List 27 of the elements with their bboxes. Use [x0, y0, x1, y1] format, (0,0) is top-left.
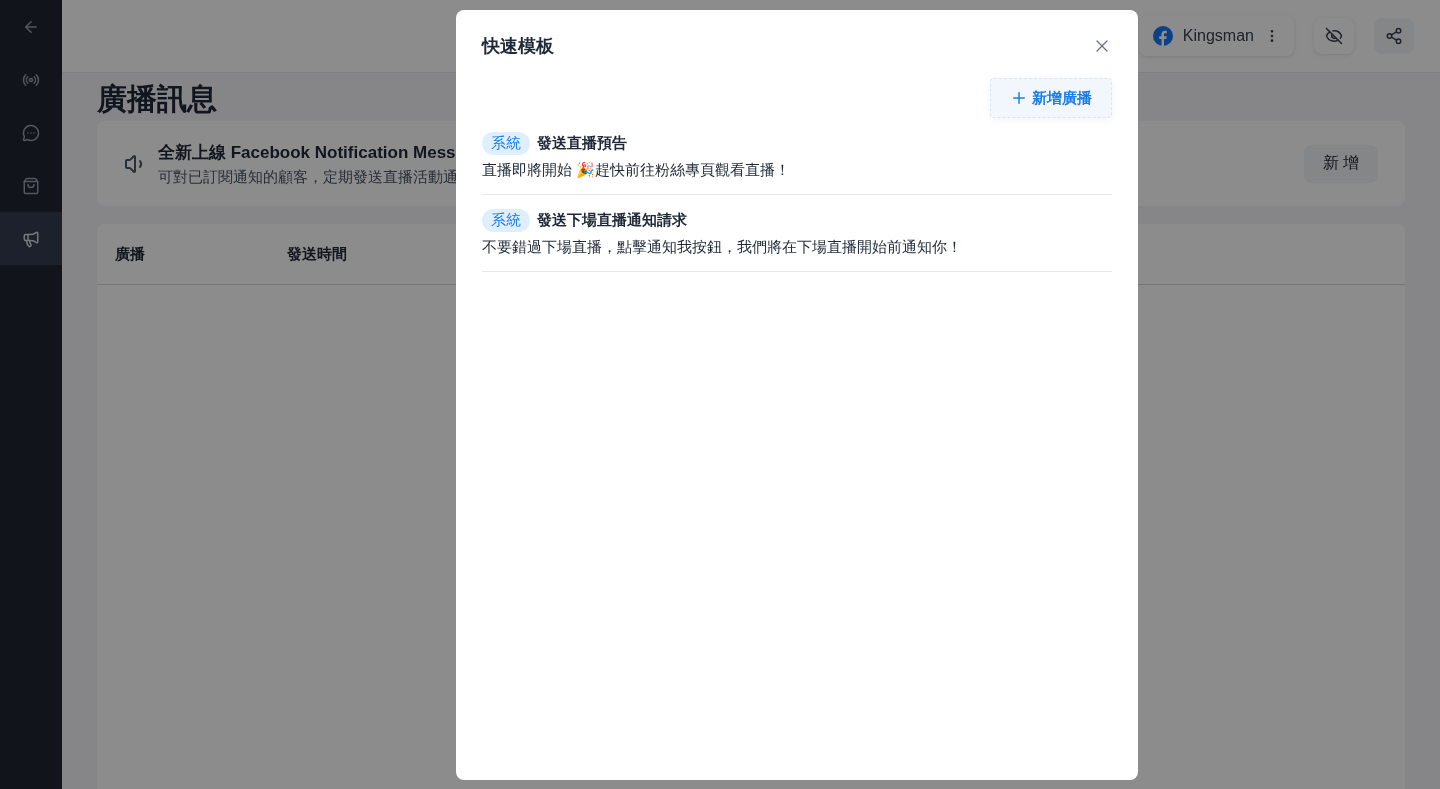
shopping-bag-icon — [22, 176, 40, 195]
eye-off-icon — [1325, 27, 1343, 45]
sidebar-item[interactable] — [0, 212, 62, 265]
dialog-title: 快速模板 — [482, 35, 554, 58]
banner-title: 全新上線 Facebook Notification Mess — [158, 141, 456, 164]
plus-icon — [1010, 89, 1028, 107]
column-header: 廣播 — [115, 244, 146, 264]
page-name: Kingsman — [1182, 27, 1254, 45]
share-button[interactable] — [1374, 18, 1414, 54]
template-item[interactable]: 系統 發送下場直播通知請求 不要錯過下場直播，點擊通知我按鈕，我們將在下場直播開始前通知你！ — [482, 195, 1112, 272]
system-tag: 系統 — [482, 132, 530, 155]
template-body: 直播即將開始 🎉趕快前往粉絲專頁觀看直播！ — [482, 161, 792, 180]
banner-description: 可對已訂閱通知的顧客，定期發送直播活動通 — [158, 167, 458, 187]
page-selector[interactable]: Kingsman — [1138, 16, 1294, 56]
template-title: 發送直播預告 — [537, 134, 627, 153]
add-button[interactable]: 新 增 — [1303, 144, 1378, 183]
hide-button[interactable] — [1314, 18, 1354, 54]
chat-icon — [22, 123, 40, 142]
column-header: 發送時間 — [287, 244, 348, 264]
system-tag: 系統 — [482, 209, 530, 232]
template-item[interactable]: 系統 發送直播預告 直播即將開始 🎉趕快前往粉絲專頁觀看直播！ — [482, 118, 1112, 195]
share-icon — [1385, 27, 1403, 45]
facebook-icon — [1152, 26, 1173, 46]
template-body: 不要錯過下場直播，點擊通知我按鈕，我們將在下場直播開始前通知你！ — [482, 238, 963, 257]
page-title: 廣播訊息 — [97, 81, 217, 117]
template-title: 發送下場直播通知請求 — [537, 211, 687, 230]
add-broadcast-button[interactable]: 新增廣播 — [990, 78, 1112, 118]
